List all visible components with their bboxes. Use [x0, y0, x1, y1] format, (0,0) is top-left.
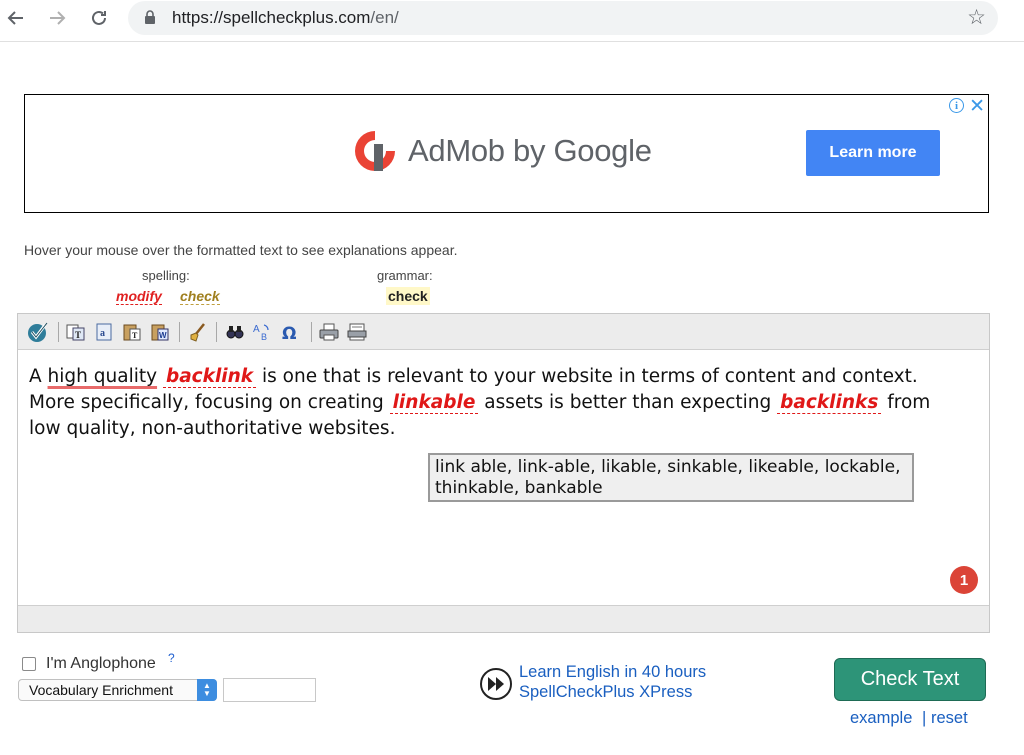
spelling-modify-sample: modify: [116, 288, 162, 305]
learn-english-link[interactable]: Learn English in 40 hours: [519, 663, 706, 682]
text-line-2: More specifically, focusing on creating …: [29, 390, 969, 416]
example-link[interactable]: example: [850, 709, 912, 728]
vocabulary-select-value: Vocabulary Enrichment: [29, 682, 173, 698]
svg-text:A: A: [253, 324, 260, 335]
text-fragment: More specifically, focusing on creating: [29, 392, 384, 413]
svg-text:Ω: Ω: [282, 324, 296, 342]
spelling-error[interactable]: backlinks: [777, 392, 882, 414]
check-text-button[interactable]: Check Text: [834, 658, 986, 701]
svg-text:T: T: [75, 330, 81, 340]
fast-forward-icon[interactable]: [479, 667, 513, 701]
divider: [0, 41, 1024, 42]
error-count-badge[interactable]: 1: [950, 566, 978, 594]
anglophone-checkbox[interactable]: [22, 657, 36, 671]
copy-html-icon[interactable]: a: [94, 322, 114, 342]
svg-text:W: W: [159, 331, 167, 340]
clear-icon[interactable]: [188, 322, 208, 342]
learn-more-button[interactable]: Learn more: [806, 130, 940, 176]
text-editor[interactable]: T a T W AB Ω A high quality backlink is …: [17, 313, 990, 633]
toolbar-separator: [58, 322, 59, 342]
text-fragment: is one that is relevant to your website …: [262, 366, 918, 387]
text-fragment: low quality, non-authoritative websites.: [29, 418, 396, 439]
editor-status-bar: [18, 605, 989, 632]
text-line-1: A high quality backlink is one that is r…: [29, 364, 969, 390]
address-bar[interactable]: https://spellcheckplus.com/en/ ☆: [128, 1, 998, 35]
copy-text-icon[interactable]: T: [66, 322, 86, 342]
editor-content[interactable]: A high quality backlink is one that is r…: [29, 364, 969, 442]
browser-toolbar: https://spellcheckplus.com/en/ ☆: [0, 0, 1024, 42]
spelling-error[interactable]: linkable: [389, 392, 479, 414]
translate-icon[interactable]: AB: [252, 322, 272, 342]
editor-toolbar: T a T W AB Ω: [18, 314, 989, 350]
bookmark-star-icon[interactable]: ☆: [967, 5, 986, 30]
svg-text:a: a: [100, 328, 105, 339]
link-separator: |: [922, 709, 927, 727]
grammar-error[interactable]: high quality: [48, 366, 158, 387]
anglophone-label: I'm Anglophone: [46, 655, 156, 672]
toolbar-separator: [216, 322, 217, 342]
ad-close-icon[interactable]: ✕: [969, 95, 985, 118]
lock-icon: [145, 10, 155, 24]
find-replace-icon[interactable]: [225, 322, 245, 342]
grammar-check-sample: check: [386, 287, 430, 305]
ad-brand-text: AdMob by Google: [408, 133, 652, 168]
text-fragment: assets is better than expecting: [484, 392, 772, 413]
ad-info-icon[interactable]: i: [949, 98, 964, 113]
text-fragment: from: [887, 392, 931, 413]
grammar-legend-label: grammar:: [377, 268, 433, 283]
spelling-legend-label: spelling:: [142, 268, 190, 283]
hover-hint: Hover your mouse over the formatted text…: [24, 242, 458, 258]
url-host: https://spellcheckplus.com: [172, 8, 371, 27]
text-line-3: low quality, non-authoritative websites.: [29, 416, 969, 442]
select-arrows-icon: ▲ ▼: [197, 679, 217, 701]
print-icon[interactable]: [319, 322, 339, 342]
ad-banner[interactable]: AdMob by Google Learn more i ✕: [24, 94, 989, 213]
paste-word-icon[interactable]: W: [150, 322, 170, 342]
special-characters-icon[interactable]: Ω: [280, 322, 300, 342]
vocabulary-select[interactable]: Vocabulary Enrichment ▲ ▼: [18, 679, 217, 701]
forward-icon[interactable]: [44, 5, 70, 31]
back-icon[interactable]: [3, 5, 29, 31]
admob-logo: [355, 131, 395, 171]
url-path: /en/: [370, 8, 399, 27]
text-fragment: A: [29, 366, 42, 387]
reload-icon[interactable]: [86, 5, 112, 31]
svg-text:T: T: [132, 331, 138, 340]
reset-link[interactable]: reset: [931, 709, 968, 728]
anglophone-help-link[interactable]: ?: [168, 651, 175, 665]
svg-text:B: B: [261, 332, 267, 342]
vocabulary-input[interactable]: [223, 678, 316, 702]
check-icon[interactable]: [26, 321, 50, 343]
spelling-error[interactable]: backlink: [162, 366, 257, 388]
url-text: https://spellcheckplus.com/en/: [172, 8, 399, 28]
paste-text-icon[interactable]: T: [122, 322, 142, 342]
suggestions-tooltip[interactable]: link able, link-able, likable, sinkable,…: [428, 453, 914, 502]
toolbar-separator: [311, 322, 312, 342]
print-preview-icon[interactable]: [347, 322, 367, 342]
spelling-check-sample: check: [180, 288, 220, 305]
toolbar-separator: [179, 322, 180, 342]
xpress-link[interactable]: SpellCheckPlus XPress: [519, 683, 692, 702]
